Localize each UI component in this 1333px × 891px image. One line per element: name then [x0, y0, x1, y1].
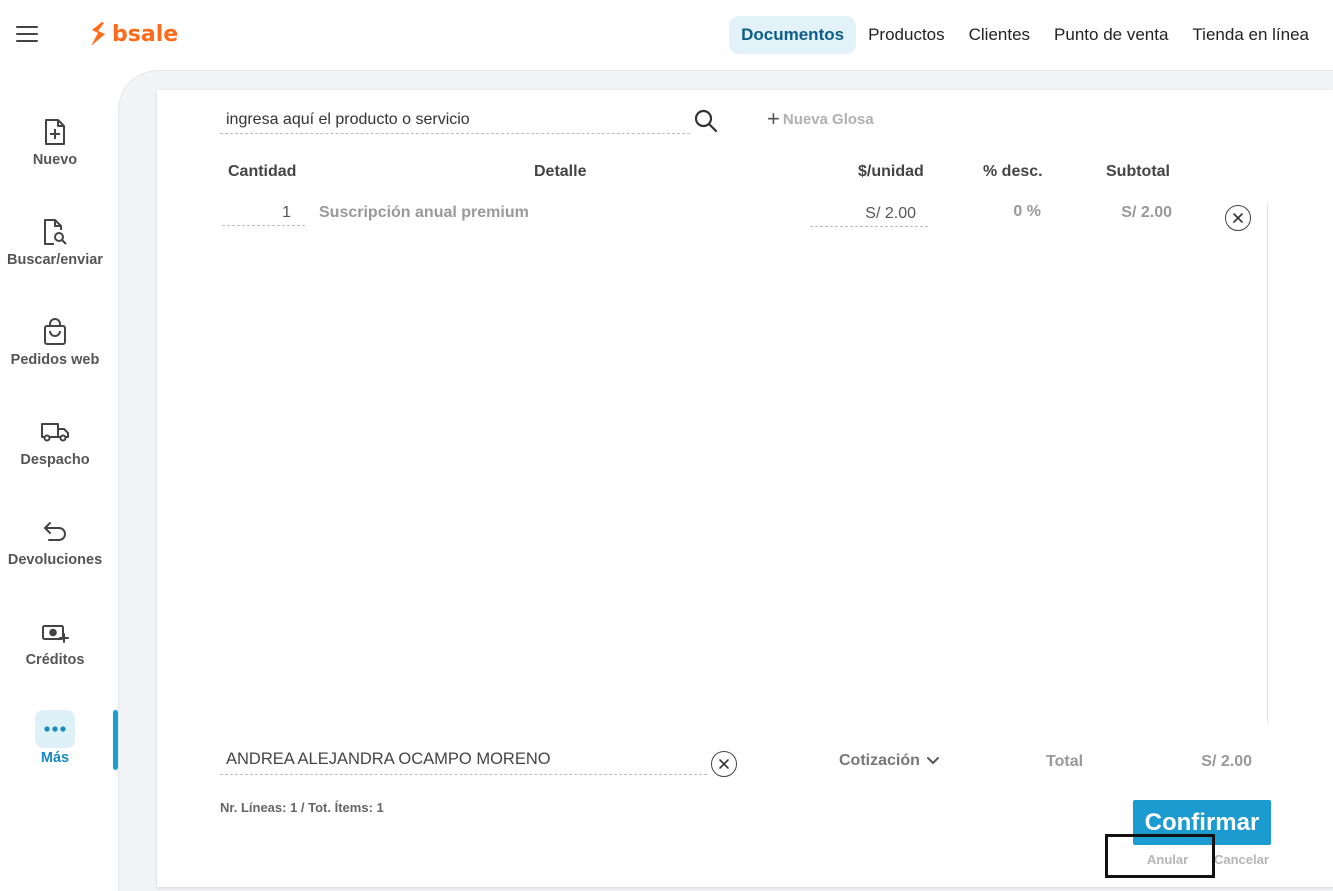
column-header-detalle: Detalle — [534, 163, 587, 180]
new-document-icon — [35, 114, 75, 150]
chevron-down-icon — [926, 757, 939, 764]
cash-plus-icon — [35, 614, 75, 650]
divider — [1267, 203, 1268, 723]
sidebar-item-label: Nuevo — [32, 152, 78, 168]
top-bar: bsale Documentos Productos Clientes Punt… — [0, 0, 1333, 70]
sidebar-item-label: Devoluciones — [7, 552, 103, 568]
main-nav: Documentos Productos Clientes Punto de v… — [729, 16, 1321, 54]
sidebar-item-label: Buscar/enviar — [7, 252, 103, 268]
document-type-label: Cotización — [839, 752, 920, 769]
sidebar-item-devoluciones[interactable]: Devoluciones — [0, 514, 110, 568]
column-header-subtotal: Subtotal — [1106, 163, 1170, 180]
more-dots-icon — [35, 710, 75, 748]
product-search-input[interactable] — [220, 106, 690, 134]
anular-button[interactable]: Anular — [1147, 852, 1188, 867]
clear-client-button[interactable] — [711, 751, 737, 777]
column-header-descuento: % desc. — [983, 163, 1043, 180]
nueva-glosa-button[interactable]: + Nueva Glosa — [767, 106, 874, 131]
nav-tienda-en-linea[interactable]: Tienda en línea — [1180, 16, 1321, 54]
nueva-glosa-label: Nueva Glosa — [782, 110, 874, 128]
quantity-field[interactable]: 1 — [222, 204, 305, 226]
confirm-button[interactable]: Confirmar — [1133, 800, 1271, 845]
nav-punto-de-venta[interactable]: Punto de venta — [1042, 16, 1180, 54]
close-icon — [719, 759, 729, 769]
discount-value: 0 % — [1013, 203, 1041, 220]
sidebar-item-despacho[interactable]: Despacho — [0, 414, 110, 468]
column-header-cantidad: Cantidad — [228, 163, 297, 180]
shopping-bag-icon — [35, 314, 75, 350]
sidebar-item-label: Créditos — [25, 652, 85, 668]
column-header-unidad: $/unidad — [858, 163, 924, 180]
close-icon — [1233, 213, 1243, 223]
nav-clientes[interactable]: Clientes — [957, 16, 1042, 54]
cancelar-button[interactable]: Cancelar — [1214, 852, 1269, 867]
sidebar-item-nuevo[interactable]: Nuevo — [0, 114, 110, 168]
sidebar-item-mas[interactable]: Más — [0, 710, 110, 766]
plus-icon: + — [767, 106, 780, 131]
total-value: S/ 2.00 — [1201, 753, 1252, 770]
sidebar: Nuevo Buscar/enviar Pedidos web Despacho — [0, 70, 118, 891]
hamburger-menu-icon[interactable] — [16, 26, 38, 44]
sidebar-item-buscar-enviar[interactable]: Buscar/enviar — [0, 214, 110, 268]
bsale-logo[interactable]: bsale — [88, 19, 178, 49]
truck-icon — [35, 414, 75, 450]
bsale-bolt-icon — [91, 22, 105, 46]
client-field[interactable]: ANDREA ALEJANDRA OCAMPO MORENO — [220, 750, 707, 775]
subtotal-value: S/ 2.00 — [1121, 204, 1172, 221]
item-detail: Suscripción anual premium — [319, 204, 529, 221]
sidebar-item-label: Más — [40, 750, 70, 766]
logo-text: bsale — [112, 21, 179, 47]
sidebar-item-label: Pedidos web — [10, 352, 100, 368]
nav-productos[interactable]: Productos — [856, 16, 957, 54]
sidebar-item-pedidos-web[interactable]: Pedidos web — [0, 314, 110, 368]
sidebar-item-label: Despacho — [20, 452, 90, 468]
unit-price-field[interactable]: S/ 2.00 — [810, 205, 928, 227]
return-arrow-icon — [35, 514, 75, 550]
sidebar-item-creditos[interactable]: Créditos — [0, 614, 110, 668]
total-label: Total — [1046, 753, 1084, 770]
search-icon[interactable] — [693, 108, 719, 134]
document-type-dropdown[interactable]: Cotización — [839, 752, 940, 770]
nav-documentos[interactable]: Documentos — [729, 16, 857, 54]
search-document-icon — [35, 214, 75, 250]
remove-row-button[interactable] — [1225, 205, 1251, 231]
lines-info: Nr. Líneas: 1 / Tot. Ítems: 1 — [220, 800, 384, 815]
